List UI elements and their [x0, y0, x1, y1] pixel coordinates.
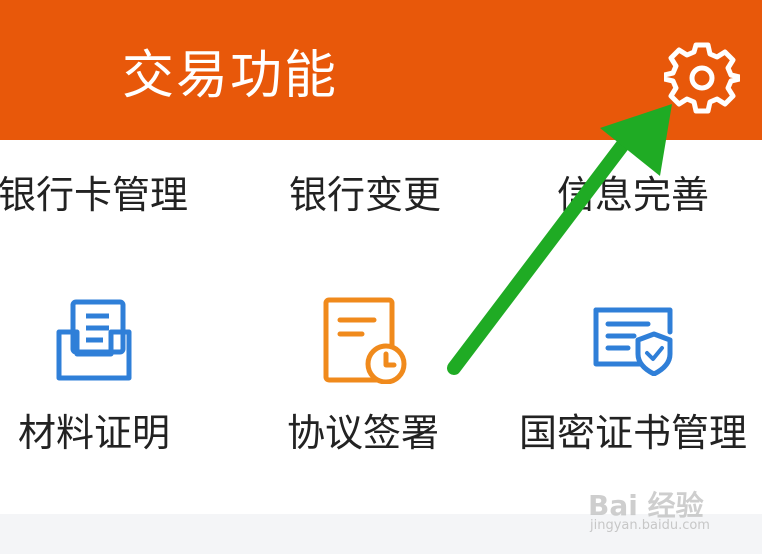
app-header: 交易功能 [0, 0, 762, 140]
watermark-url: jingyan.baidu.com [590, 518, 710, 533]
agreement-sign-item[interactable]: 协议签署 [236, 292, 490, 462]
bank-change-link[interactable]: 银行变更 [289, 170, 441, 220]
material-proof-label: 材料证明 [17, 411, 170, 455]
certificate-shield-icon [593, 307, 673, 376]
bank-card-management-link[interactable]: 银行卡管理 [0, 170, 188, 220]
cert-management-item[interactable]: 国密证书管理 [506, 292, 760, 462]
material-proof-item[interactable]: 材料证明 [0, 292, 221, 462]
document-tray-icon [56, 299, 132, 381]
cert-management-label: 国密证书管理 [518, 411, 747, 455]
document-clock-icon [323, 297, 407, 384]
settings-button[interactable] [661, 40, 743, 116]
gear-icon [661, 42, 743, 114]
page-title: 交易功能 [122, 46, 339, 106]
info-completion-link[interactable]: 信息完善 [557, 170, 709, 220]
agreement-sign-label: 协议签署 [286, 411, 439, 455]
